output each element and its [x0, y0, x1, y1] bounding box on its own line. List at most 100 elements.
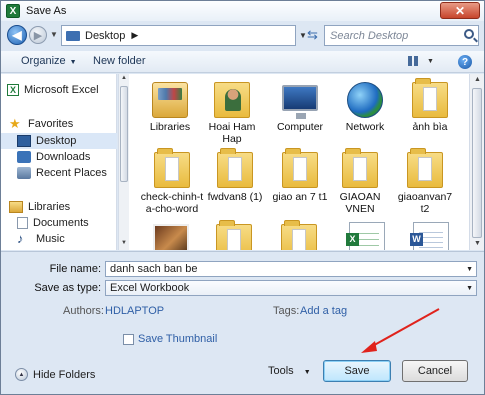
annotation-arrow [361, 308, 440, 353]
sidebar-item-recent-places[interactable]: Recent Places [17, 165, 133, 181]
file-item-giaoan-vnen[interactable]: GIAOAN VNEN [334, 148, 386, 215]
scrollbar-thumb[interactable] [120, 86, 128, 182]
sidebar-item-label: Microsoft Excel [24, 84, 99, 96]
forward-arrow-icon: ▶ [33, 29, 43, 42]
back-button[interactable]: ◀ [7, 25, 27, 45]
tools-button[interactable]: Tools ▼ [268, 365, 311, 377]
sidebar-item-microsoft-excel[interactable]: X Microsoft Excel [7, 82, 123, 98]
file-item-word-file[interactable] [410, 222, 451, 250]
back-arrow-icon: ◀ [12, 28, 22, 42]
scroll-down-icon[interactable]: ▼ [474, 240, 481, 247]
folder-icon [342, 148, 378, 188]
save-as-type-label: Save as type: [34, 282, 101, 294]
save-thumbnail-label[interactable]: Save Thumbnail [138, 333, 217, 345]
command-bar: Organize ▼ New folder ▼ ? [1, 51, 484, 73]
sidebar-item-desktop[interactable]: Desktop [1, 133, 117, 149]
file-item-label: giaoanvan7 t2 [397, 191, 453, 215]
organize-button[interactable]: Organize ▼ [21, 55, 77, 67]
refresh-icon[interactable]: ⇆ [307, 27, 318, 43]
chevron-right-icon[interactable]: ▶ [131, 30, 138, 41]
forward-button[interactable]: ▶ [29, 26, 47, 44]
tools-label: Tools [268, 365, 294, 377]
sidebar-item-documents[interactable]: Documents [17, 215, 133, 231]
scroll-up-icon[interactable]: ▲ [121, 75, 127, 81]
file-item-folder[interactable] [214, 220, 254, 250]
save-button[interactable]: Save [323, 360, 391, 382]
breadcrumb-desktop[interactable]: Desktop [85, 30, 125, 42]
hide-folders-button[interactable]: ▲ Hide Folders [15, 368, 95, 381]
organize-label: Organize [21, 55, 66, 67]
history-dropdown-icon[interactable]: ▼ [50, 30, 58, 39]
search-input[interactable]: Search Desktop [324, 25, 479, 46]
file-item-label: check-chinh-ta-cho-word [140, 191, 204, 215]
navigation-scrollbar[interactable]: ▲ ▼ [118, 74, 129, 250]
sidebar-item-label: Desktop [36, 135, 77, 147]
sidebar-item-downloads[interactable]: Downloads [17, 149, 133, 165]
excel-icon: X [7, 84, 19, 96]
path-dropdown-icon[interactable]: ▼ [299, 31, 307, 40]
new-folder-button[interactable]: New folder [93, 55, 146, 67]
file-item-giao-an-7-t1[interactable]: giao an 7 t1 [269, 148, 331, 203]
scrollbar-thumb[interactable] [472, 88, 482, 238]
path-breadcrumb[interactable]: Desktop ▶ [61, 25, 296, 46]
views-dropdown-icon[interactable]: ▼ [427, 58, 434, 65]
photo-icon [153, 224, 189, 250]
user-folder-icon [214, 82, 250, 118]
sidebar-item-favorites[interactable]: ★ Favorites [9, 116, 125, 132]
save-thumbnail-checkbox[interactable] [123, 334, 134, 345]
file-item-photo[interactable] [153, 224, 189, 250]
file-item-giaoanvan7-t2[interactable]: giaoanvan7 t2 [397, 148, 453, 215]
folder-icon [412, 78, 448, 118]
save-as-type-select[interactable]: Excel Workbook ▼ [105, 280, 477, 296]
libraries-icon [9, 201, 23, 213]
file-name-value: danh sach ban be [110, 263, 198, 275]
file-item-excel-file[interactable] [346, 222, 387, 250]
file-item-anh-bia[interactable]: ảnh bìa [399, 78, 461, 133]
file-item-network[interactable]: Network [334, 82, 396, 133]
file-item-fwdvan8[interactable]: fwdvan8 (1) [204, 148, 266, 203]
sidebar-item-libraries[interactable]: Libraries [9, 199, 125, 215]
hide-folders-label: Hide Folders [33, 368, 96, 381]
chevron-up-icon: ▲ [15, 368, 28, 381]
authors-value[interactable]: HDLAPTOP [105, 305, 164, 317]
file-item-libraries[interactable]: Libraries [139, 82, 201, 133]
address-bar: ◀ ▶ ▼ Desktop ▶ ▼ ⇆ Search Desktop [1, 23, 484, 49]
views-icon[interactable] [408, 56, 418, 66]
chevron-down-icon: ▼ [303, 369, 311, 376]
folder-icon [154, 148, 190, 188]
excel-file-icon [346, 222, 385, 250]
file-item-label: Computer [276, 121, 324, 133]
chevron-down-icon[interactable]: ▼ [466, 266, 473, 273]
sidebar-item-label: Recent Places [36, 167, 107, 179]
folder-icon [216, 220, 252, 250]
close-button[interactable]: ✕ [440, 2, 480, 19]
file-item-label: Network [345, 121, 385, 133]
file-name-field[interactable]: danh sach ban be ▼ [105, 261, 477, 277]
file-item-hoai-ham-hap[interactable]: Hoai Ham Hap [201, 82, 263, 145]
scroll-up-icon[interactable]: ▲ [474, 76, 481, 83]
file-item-check-chinh-ta-cho-word[interactable]: check-chinh-ta-cho-word [139, 148, 205, 215]
tags-value[interactable]: Add a tag [300, 305, 347, 317]
file-item-folder[interactable] [279, 220, 319, 250]
file-item-label: fwdvan8 (1) [207, 191, 263, 203]
folder-icon [281, 220, 317, 250]
folder-icon [407, 148, 443, 188]
tags-label: Tags: [273, 305, 300, 317]
file-item-computer[interactable]: Computer [269, 82, 331, 133]
search-icon[interactable] [464, 29, 474, 39]
file-item-label: GIAOAN VNEN [339, 191, 381, 215]
music-icon: ♪ [17, 231, 24, 246]
sidebar-item-label: Favorites [28, 118, 74, 130]
folder-icon [217, 148, 253, 188]
file-list-scrollbar[interactable]: ▲ ▼ [469, 74, 484, 250]
chevron-down-icon[interactable]: ▼ [466, 285, 473, 292]
file-name-label: File name: [49, 263, 101, 275]
help-icon[interactable]: ? [458, 55, 472, 69]
scroll-down-icon[interactable]: ▼ [121, 240, 127, 246]
sidebar-item-music[interactable]: ♪ Music [17, 231, 133, 247]
downloads-icon [17, 151, 31, 163]
star-icon: ★ [9, 116, 21, 131]
cancel-button[interactable]: Cancel [402, 360, 468, 382]
navigation-pane: X Microsoft Excel ★ Favorites Desktop Do… [1, 74, 117, 250]
libraries-icon [152, 82, 188, 118]
